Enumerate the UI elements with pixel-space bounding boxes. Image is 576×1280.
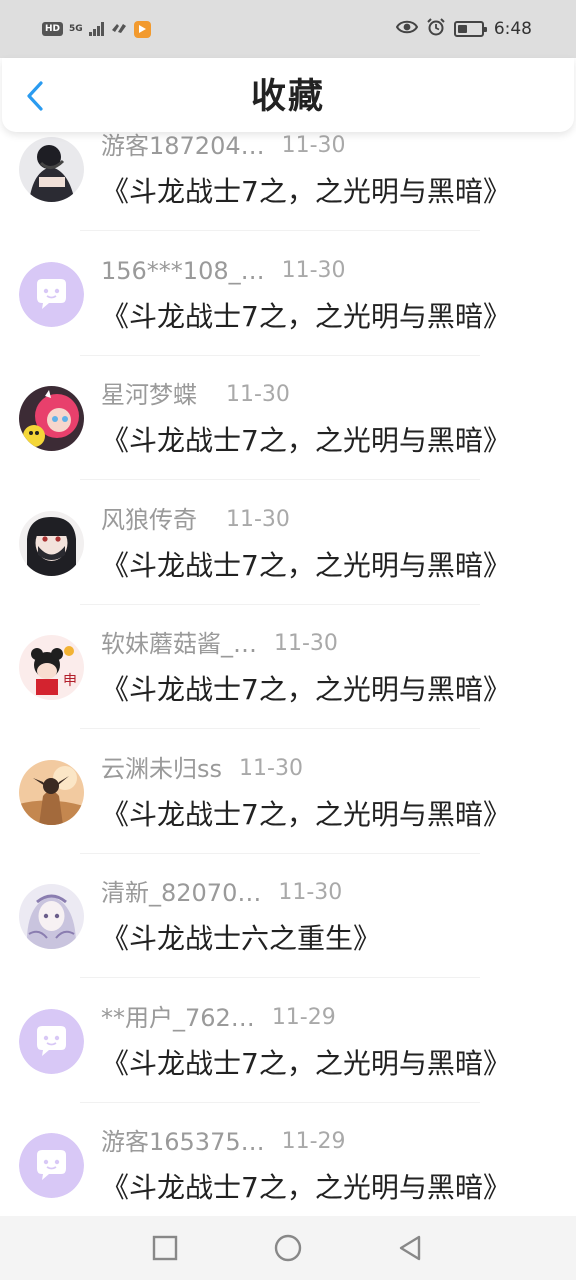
avatar[interactable]	[19, 1008, 84, 1074]
favorite-title[interactable]: 《斗龙战士7之，之光明与黑暗》	[101, 423, 556, 459]
username: 云渊未归ss	[101, 754, 223, 783]
recent-apps-button[interactable]	[150, 1233, 180, 1263]
post-date: 11-30	[239, 755, 303, 781]
favorite-list-item[interactable]: **用户_762… 11-29 《斗龙战士7之，之光明与黑暗》	[0, 996, 576, 1120]
favorite-list-item[interactable]: 156***108_… 11-30 《斗龙战士7之，之光明与黑暗》	[0, 249, 576, 373]
username: **用户_762…	[101, 1003, 255, 1032]
divider	[80, 354, 480, 356]
favorite-list-item[interactable]: 星河梦蝶 11-30 《斗龙战士7之，之光明与黑暗》	[0, 373, 576, 497]
divider	[80, 230, 480, 231]
favorite-title[interactable]: 《斗龙战士7之，之光明与黑暗》	[101, 1170, 556, 1206]
avatar[interactable]	[19, 1133, 84, 1198]
post-date: 11-30	[226, 506, 290, 532]
favorite-list-item[interactable]: 游客187204… 11-30 《斗龙战士7之，之光明与黑暗》	[0, 124, 576, 248]
favorite-list-item[interactable]: 风狼传奇 11-30 《斗龙战士7之，之光明与黑暗》	[0, 498, 576, 622]
divider	[80, 1101, 480, 1103]
post-date: 11-30	[281, 133, 346, 158]
home-button[interactable]	[273, 1233, 303, 1263]
header-bar: 收藏	[2, 58, 574, 132]
avatar[interactable]	[19, 261, 84, 327]
avatar[interactable]	[19, 386, 84, 451]
svg-text:申: 申	[63, 673, 77, 689]
default-chat-icon	[19, 261, 84, 327]
system-nav-bar	[0, 1216, 576, 1280]
favorite-title[interactable]: 《斗龙战士7之，之光明与黑暗》	[101, 174, 556, 210]
post-date: 11-30	[281, 257, 346, 283]
favorite-title[interactable]: 《斗龙战士7之，之光明与黑暗》	[101, 797, 556, 833]
username: 游客165375…	[101, 1128, 265, 1156]
favorites-list[interactable]: 游客187204… 11-30 《斗龙战士7之，之光明与黑暗》 156***108_……	[0, 0, 576, 1216]
favorite-list-item[interactable]: 游客165375… 11-29 《斗龙战士7之，之光明与黑暗》	[0, 1120, 576, 1216]
favorite-title[interactable]: 《斗龙战士7之，之光明与黑暗》	[101, 1046, 556, 1082]
post-date: 11-29	[271, 1004, 336, 1030]
back-triangle-icon	[399, 1235, 421, 1261]
home-icon	[274, 1234, 302, 1262]
post-date: 11-29	[281, 1129, 346, 1154]
favorite-title[interactable]: 《斗龙战士7之，之光明与黑暗》	[101, 672, 556, 708]
avatar[interactable]	[19, 510, 84, 576]
favorite-title[interactable]: 《斗龙战士7之，之光明与黑暗》	[101, 299, 556, 335]
favorite-list-item[interactable]: 云渊未归ss 11-30 《斗龙战士7之，之光明与黑暗》	[0, 747, 576, 871]
username: 软妹蘑菇酱_…	[101, 630, 257, 658]
divider	[80, 479, 480, 480]
divider	[80, 977, 480, 978]
username: 星河梦蝶	[101, 381, 197, 409]
divider	[80, 603, 480, 605]
avatar[interactable]	[19, 759, 84, 825]
default-chat-icon	[19, 1008, 84, 1074]
post-date: 11-30	[226, 382, 290, 407]
avatar[interactable]: 申	[19, 635, 84, 700]
divider	[80, 852, 480, 854]
divider	[80, 728, 480, 729]
page-title: 收藏	[250, 77, 325, 117]
avatar[interactable]	[19, 137, 84, 202]
favorite-title[interactable]: 《斗龙战士六之重生》	[101, 921, 556, 957]
default-chat-icon	[19, 1133, 84, 1198]
nav-back-button[interactable]	[395, 1233, 425, 1263]
favorite-list-item[interactable]: 清新_82070… 11-30 《斗龙战士六之重生》	[0, 871, 576, 995]
favorite-list-item[interactable]: 申 软妹蘑菇酱_… 11-30 《斗龙战士7之，之光明与黑暗》	[0, 622, 576, 746]
recent-apps-icon	[152, 1235, 178, 1261]
post-date: 11-30	[274, 631, 338, 656]
username: 156***108_…	[101, 256, 265, 285]
username: 清新_82070…	[101, 879, 262, 907]
avatar[interactable]	[19, 884, 84, 949]
username: 游客187204…	[101, 132, 265, 160]
favorite-title[interactable]: 《斗龙战士7之，之光明与黑暗》	[101, 548, 556, 584]
username: 风狼传奇	[101, 505, 197, 534]
post-date: 11-30	[278, 880, 343, 905]
